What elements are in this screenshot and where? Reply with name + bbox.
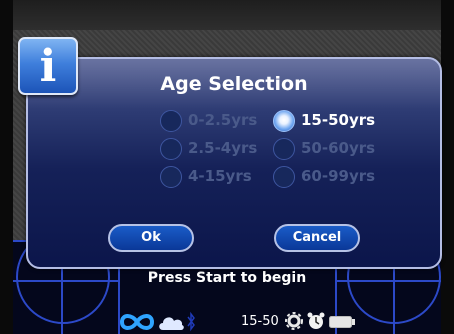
infinity-icon: [119, 314, 155, 330]
radio-button[interactable]: [273, 166, 295, 188]
dialog-title: Age Selection: [160, 73, 308, 95]
bluetooth-icon: [187, 311, 195, 332]
cloud-icon: [159, 317, 184, 330]
option-label: 2.5-4yrs: [188, 139, 258, 157]
option-60-99yrs[interactable]: 60-99yrs: [273, 166, 403, 188]
radio-button[interactable]: [160, 138, 182, 160]
cancel-button[interactable]: Cancel: [274, 224, 360, 252]
left-bezel: [0, 0, 13, 334]
ok-button[interactable]: Ok: [108, 224, 194, 252]
radio-button[interactable]: [273, 138, 295, 160]
age-selection-dialog: Age Selection 0-2.5yrs 2.5-4yrs 4-15yrs …: [26, 57, 442, 269]
start-message: Press Start to begin: [147, 270, 307, 286]
option-label: 4-15yrs: [188, 167, 252, 185]
option-label: 15-50yrs: [301, 111, 376, 129]
option-label: 60-99yrs: [301, 167, 376, 185]
device-screen: Press Start to begin 15-50 Age Selection: [0, 0, 454, 334]
option-label: 50-60yrs: [301, 139, 376, 157]
clock-icon: [307, 312, 325, 329]
option-50-60yrs[interactable]: 50-60yrs: [273, 138, 403, 160]
option-0-2-5yrs[interactable]: 0-2.5yrs: [160, 110, 290, 132]
battery-icon: [329, 316, 355, 328]
option-2-5-4yrs[interactable]: 2.5-4yrs: [160, 138, 290, 160]
option-label: 0-2.5yrs: [188, 111, 258, 129]
info-icon: i: [18, 37, 78, 95]
top-bar: [13, 0, 441, 30]
option-15-50yrs[interactable]: 15-50yrs: [273, 110, 403, 132]
status-bar: 15-50: [13, 310, 441, 334]
radio-button[interactable]: [160, 110, 182, 132]
radio-button-selected[interactable]: [273, 110, 295, 132]
radio-button[interactable]: [160, 166, 182, 188]
gear-icon: [285, 312, 303, 330]
option-4-15yrs[interactable]: 4-15yrs: [160, 166, 290, 188]
age-range-indicator: 15-50: [241, 314, 279, 329]
right-bezel: [441, 0, 454, 334]
